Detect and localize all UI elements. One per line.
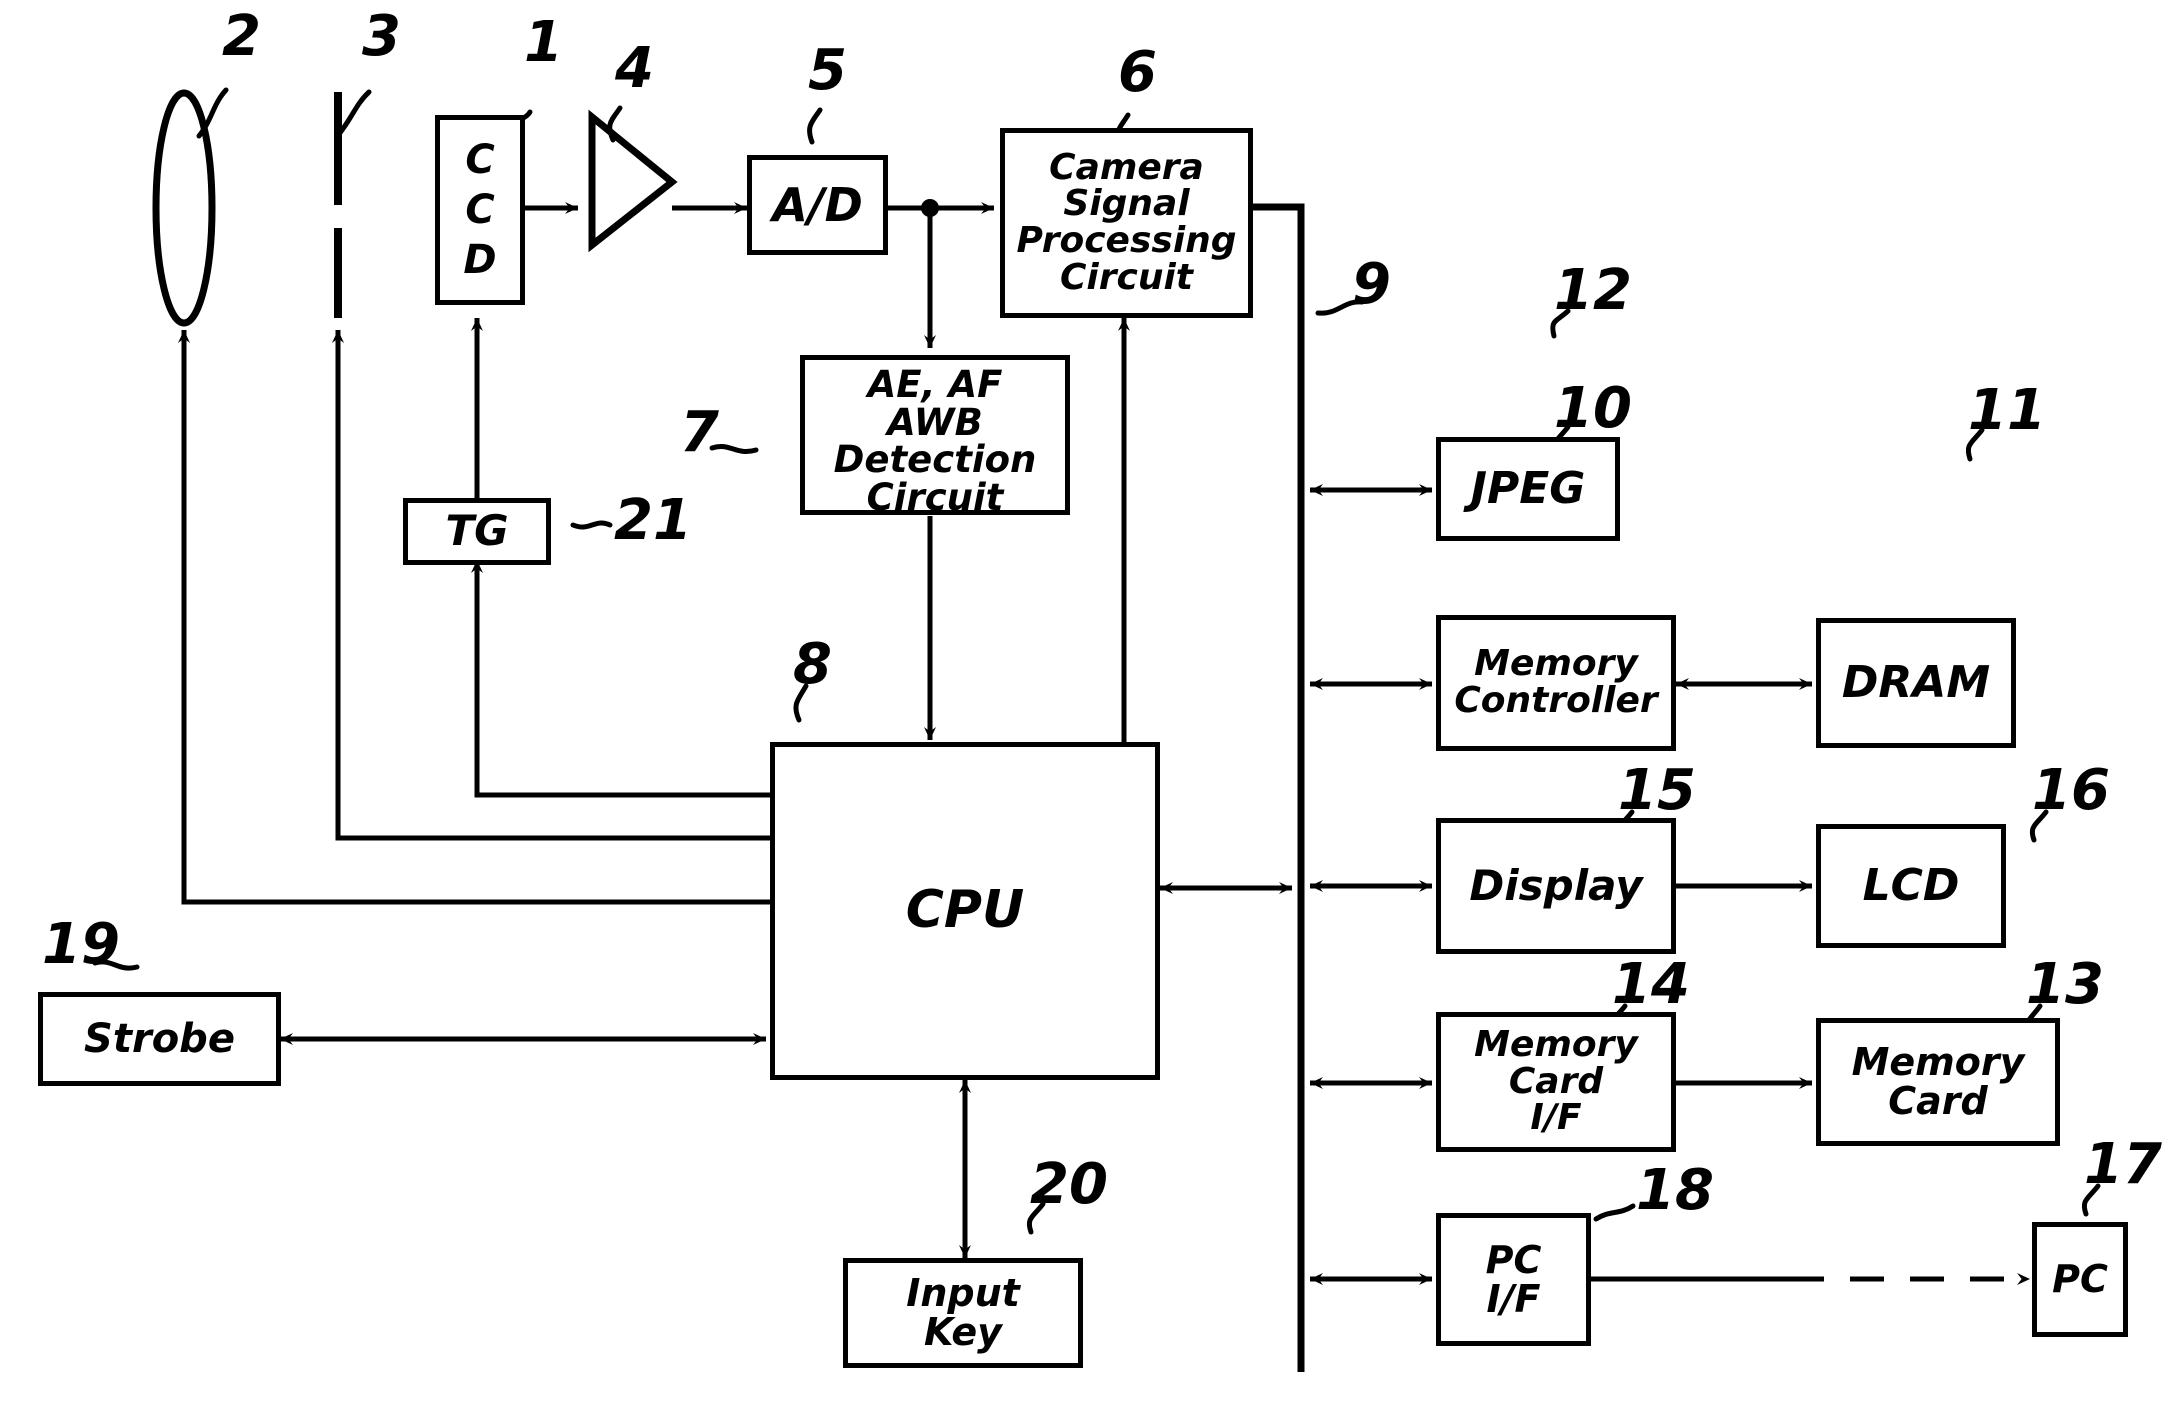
block-strobe-label: Strobe xyxy=(84,1015,235,1062)
block-camera-signal-processing-circuit[interactable]: Camera Signal Processing Circuit xyxy=(1000,128,1253,318)
ref-numeral-18: 18 xyxy=(1636,1158,1714,1223)
ref-numeral-15: 15 xyxy=(1618,758,1696,823)
block-dram-label: DRAM xyxy=(1841,656,1991,708)
ref-numeral-4: 4 xyxy=(615,36,654,101)
ref-numeral-14: 14 xyxy=(1612,952,1690,1017)
block-memory-card-label: Memory Card xyxy=(1851,1040,2025,1123)
block-cpu-label: CPU xyxy=(905,880,1025,941)
leader-5 xyxy=(807,107,823,145)
ref-numeral-5: 5 xyxy=(808,38,847,103)
ref-numeral-12: 12 xyxy=(1554,258,1632,323)
ref-numeral-7: 7 xyxy=(680,400,719,465)
block-pc-interface[interactable]: PC I/F xyxy=(1436,1213,1591,1346)
ref-numeral-11: 11 xyxy=(1968,378,2046,443)
bus-line-9 xyxy=(1253,203,1305,1372)
ref-numeral-8: 8 xyxy=(793,632,832,697)
ref-numeral-16: 16 xyxy=(2032,758,2110,823)
block-display-label: Display xyxy=(1469,860,1643,910)
block-lcd[interactable]: LCD xyxy=(1816,824,2006,948)
leader-18 xyxy=(1593,1203,1636,1222)
block-jpeg-label: JPEG xyxy=(1470,462,1586,514)
block-input-key-label: Input Key xyxy=(906,1271,1020,1354)
ref-numeral-6: 6 xyxy=(1118,40,1157,105)
ref-numeral-17: 17 xyxy=(2084,1132,2162,1197)
block-pc-interface-label: PC I/F xyxy=(1485,1237,1542,1321)
ref-numeral-20: 20 xyxy=(1030,1152,1108,1217)
block-strobe[interactable]: Strobe xyxy=(38,992,281,1086)
block-detection-circuit-label: AE, AF AWB Detection Circuit xyxy=(833,363,1037,520)
block-memory-controller[interactable]: Memory Controller xyxy=(1436,615,1676,751)
ref-numeral-2: 2 xyxy=(222,4,261,69)
block-display[interactable]: Display xyxy=(1436,818,1676,954)
block-pc[interactable]: PC xyxy=(2032,1222,2128,1337)
ref-numeral-10: 10 xyxy=(1554,376,1632,441)
ref-numeral-13: 13 xyxy=(2026,952,2104,1017)
block-timing-generator[interactable]: TG xyxy=(403,498,551,565)
ref-numeral-1: 1 xyxy=(524,10,563,75)
block-camera-signal-processing-circuit-label: Camera Signal Processing Circuit xyxy=(1016,146,1237,298)
ref-numeral-3: 3 xyxy=(362,4,401,69)
block-memory-card-interface[interactable]: Memory Card I/F xyxy=(1436,1012,1676,1152)
amplifier-glyph xyxy=(588,109,678,253)
block-pc-label: PC xyxy=(2052,1257,2108,1302)
block-cpu[interactable]: CPU xyxy=(770,742,1160,1080)
block-timing-generator-label: TG xyxy=(445,506,509,556)
patent-figure-canvas: C C D A/D Camera Signal Processing Circu… xyxy=(0,0,2184,1407)
ref-numeral-21: 21 xyxy=(614,488,692,553)
block-ad-converter[interactable]: A/D xyxy=(747,155,888,255)
block-ccd[interactable]: C C D xyxy=(435,115,525,305)
block-memory-card-interface-label: Memory Card I/F xyxy=(1474,1023,1638,1139)
leader-21 xyxy=(570,520,613,530)
block-ccd-label: C C D xyxy=(463,137,497,283)
block-input-key[interactable]: Input Key xyxy=(843,1258,1083,1368)
leader-3 xyxy=(336,89,372,137)
block-memory-controller-label: Memory Controller xyxy=(1454,643,1658,721)
ref-numeral-9: 9 xyxy=(1352,252,1391,317)
block-memory-card[interactable]: Memory Card xyxy=(1816,1018,2060,1146)
block-ad-converter-label: A/D xyxy=(772,177,863,232)
wire-cpu-to-tg-route xyxy=(474,600,770,798)
block-detection-circuit[interactable]: AE, AF AWB Detection Circuit xyxy=(800,355,1070,520)
block-jpeg[interactable]: JPEG xyxy=(1436,437,1620,541)
block-dram[interactable]: DRAM xyxy=(1816,618,2016,748)
ref-numeral-19: 19 xyxy=(42,912,120,977)
block-lcd-label: LCD xyxy=(1862,859,1960,911)
